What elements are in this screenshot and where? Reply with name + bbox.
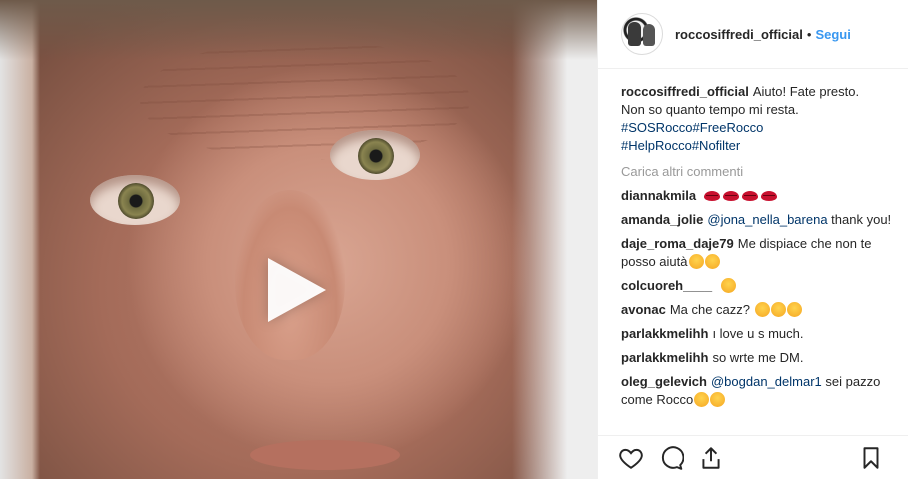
- load-more-comments[interactable]: Carica altri commenti: [621, 163, 898, 181]
- separator-dot: •: [806, 26, 812, 42]
- kiss-mark-icon: [741, 191, 758, 201]
- post-actions: [598, 435, 908, 479]
- caption-text-line2: Non so quanto tempo mi resta.: [621, 102, 799, 117]
- comment: amanda_jolie @jona_nella_barena thank you…: [621, 211, 898, 229]
- comment-username[interactable]: parlakkmelihh: [621, 350, 708, 365]
- comment: daje_roma_daje79 Me dispiace che non te p…: [621, 235, 898, 271]
- comment-username[interactable]: parlakkmelihh: [621, 326, 708, 341]
- comment-icon[interactable]: [658, 445, 684, 471]
- comment-username[interactable]: avonac: [621, 302, 666, 317]
- author-username[interactable]: roccosiffredi_official: [675, 27, 803, 42]
- comment: parlakkmelihh ı love u s much.: [621, 325, 898, 343]
- comments-list: roccosiffredi_official Aiuto! Fate presto…: [598, 69, 908, 409]
- caption-text-line1: Aiuto! Fate presto.: [752, 84, 860, 99]
- background-wall: [0, 0, 40, 479]
- sweat-smile-icon: [688, 254, 704, 269]
- comment-username[interactable]: daje_roma_daje79: [621, 236, 734, 251]
- forehead-wrinkles: [140, 40, 470, 160]
- comment-username[interactable]: colcuoreh____: [621, 278, 712, 293]
- comment: avonac Ma che cazz?: [621, 301, 898, 319]
- kiss-mark-icon: [703, 191, 720, 201]
- joy-icon: [710, 392, 726, 407]
- post-sidebar: roccosiffredi_official • Segui roccosiff…: [597, 0, 908, 479]
- kissing-heart-icon: [704, 254, 720, 269]
- heart-icon[interactable]: [618, 445, 644, 471]
- instagram-post: roccosiffredi_official • Segui roccosiff…: [0, 0, 908, 479]
- comment-text: ı love u s much.: [712, 326, 804, 341]
- flushed-icon: [770, 302, 786, 317]
- astonished-icon: [754, 302, 770, 317]
- comment-username[interactable]: oleg_gelevich: [621, 374, 707, 389]
- comment-text: Ma che cazz?: [669, 302, 751, 317]
- comment-username[interactable]: diannakmila: [621, 188, 696, 203]
- comment: colcuoreh____: [621, 277, 898, 295]
- hashtag[interactable]: #FreeRocco: [693, 120, 764, 135]
- comment-username[interactable]: amanda_jolie: [621, 212, 703, 227]
- mouth: [250, 440, 400, 470]
- mention-link[interactable]: @bogdan_delmar1: [711, 374, 822, 389]
- share-icon[interactable]: [698, 445, 724, 471]
- comment-text: so wrte me DM.: [712, 350, 804, 365]
- hashtag[interactable]: #SOSRocco: [621, 120, 693, 135]
- right-eye: [330, 130, 420, 180]
- post-header: roccosiffredi_official • Segui: [598, 0, 908, 69]
- joy-icon: [694, 392, 710, 407]
- thinking-icon: [786, 302, 802, 317]
- comment-text: thank you!: [827, 212, 892, 227]
- post-caption: roccosiffredi_official Aiuto! Fate presto…: [621, 83, 898, 155]
- left-eye: [90, 175, 180, 225]
- follow-button[interactable]: Segui: [815, 27, 850, 42]
- play-icon[interactable]: [268, 258, 326, 322]
- avatar[interactable]: [621, 13, 663, 55]
- video-player[interactable]: [0, 0, 597, 479]
- hashtag[interactable]: #HelpRocco: [621, 138, 692, 153]
- kiss-mark-icon: [760, 191, 777, 201]
- caption-username[interactable]: roccosiffredi_official: [621, 84, 749, 99]
- bookmark-icon[interactable]: [858, 445, 884, 471]
- hashtag[interactable]: #Nofilter: [692, 138, 740, 153]
- grimacing-icon: [720, 278, 736, 293]
- background-wall: [512, 0, 597, 479]
- kiss-mark-icon: [722, 191, 739, 201]
- comment: oleg_gelevich @bogdan_delmar1 sei pazzo c…: [621, 373, 898, 409]
- comment: parlakkmelihh so wrte me DM.: [621, 349, 898, 367]
- mention-link[interactable]: @jona_nella_barena: [707, 212, 827, 227]
- comment: diannakmila: [621, 187, 898, 205]
